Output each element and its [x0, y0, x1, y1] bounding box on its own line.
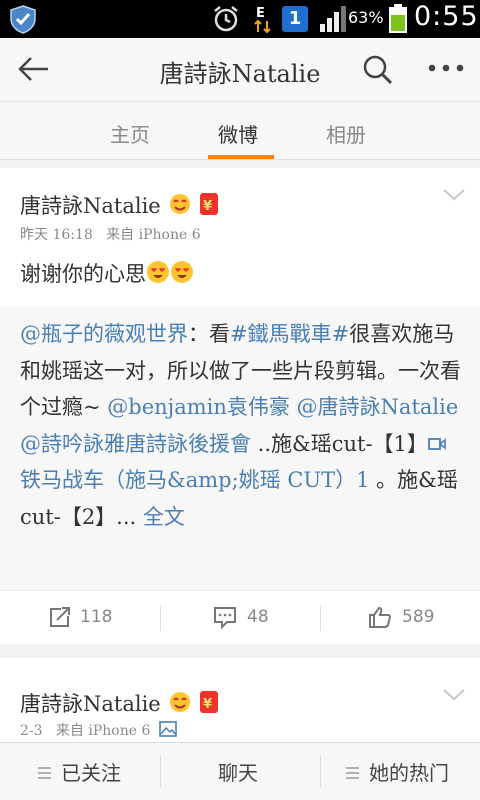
her-hot-button[interactable]: 她的热门	[346, 757, 449, 786]
more-options-icon[interactable]	[426, 58, 466, 78]
hashtag-link[interactable]: #鐵馬戰車#	[230, 322, 349, 346]
svg-text:¥: ¥	[203, 199, 212, 214]
post-card[interactable]: 唐詩詠Natalie ¥ 2-3 来自 iPhone 6	[0, 658, 480, 742]
data-transfer-icon: E	[254, 6, 271, 34]
status-time: 0:55	[414, 1, 479, 32]
notification-badge: 1	[282, 6, 308, 32]
chevron-down-icon[interactable]	[440, 184, 468, 204]
repost-icon	[50, 607, 70, 627]
post-text: 谢谢你的心思	[20, 258, 194, 288]
post-source: 来自 iPhone 6	[55, 723, 151, 739]
active-tab-indicator	[208, 155, 274, 159]
post-card[interactable]: 唐詩詠Natalie ¥ 昨天 16:18 来自 iPhone 6 谢谢你的心思…	[0, 168, 480, 644]
post-time: 昨天 16:18	[20, 227, 93, 243]
retweet-block[interactable]: @瓶子的薇观世界：看#鐵馬戰車#很喜欢施马和姚瑶这一对，所以做了一些片段剪辑。一…	[0, 306, 480, 590]
repost-count: 118	[80, 607, 113, 627]
battery-percent: 63%	[348, 8, 384, 27]
thumbs-up-icon	[369, 606, 392, 628]
post-source: 来自 iPhone 6	[106, 227, 201, 243]
alarm-icon	[214, 6, 238, 32]
retweet-text: @瓶子的薇观世界：看#鐵馬戰車#很喜欢施马和姚瑶这一对，所以做了一些片段剪辑。一…	[20, 322, 461, 529]
retweet-author-link[interactable]: @瓶子的薇观世界	[20, 322, 188, 346]
status-bar: E 1 63% 0:55	[0, 0, 480, 38]
svg-text:E: E	[256, 6, 265, 21]
image-icon	[159, 721, 177, 737]
tab-home[interactable]: 主页	[110, 119, 150, 148]
battery-icon	[389, 4, 407, 33]
post-actions: 118 48 589	[0, 590, 480, 644]
tab-weibo[interactable]: 微博	[218, 119, 258, 148]
member-badge-icon[interactable]: ¥	[168, 190, 228, 218]
comment-button[interactable]: 48	[160, 591, 320, 645]
post-time: 2-3	[20, 723, 43, 739]
chat-button[interactable]: 聊天	[218, 757, 258, 786]
profile-tabs: 主页 微博 相册	[0, 103, 480, 160]
comment-count: 48	[247, 607, 269, 627]
video-icon	[428, 437, 446, 450]
shield-icon	[10, 5, 36, 34]
member-badge-icon[interactable]: ¥	[168, 688, 228, 716]
mention-link[interactable]: @唐詩詠Natalie	[297, 395, 459, 419]
heart-eyes-emoji-icon	[147, 261, 169, 283]
chevron-down-icon[interactable]	[440, 684, 468, 704]
heart-eyes-emoji-icon	[171, 261, 193, 283]
mention-link[interactable]: @詩吟詠雅唐詩詠後援會	[20, 432, 251, 456]
search-icon[interactable]	[362, 54, 394, 86]
page-title: 唐詩詠Natalie	[159, 60, 321, 88]
bottom-divider	[160, 755, 161, 787]
menu-icon	[346, 767, 359, 779]
menu-icon	[38, 767, 51, 779]
nav-bar: 唐詩詠Natalie	[0, 38, 480, 102]
signal-icon	[320, 6, 346, 32]
followed-button[interactable]: 已关注	[38, 757, 121, 786]
expand-full-text-link[interactable]: 全文	[143, 505, 185, 529]
comment-icon	[214, 607, 236, 629]
like-button[interactable]: 589	[320, 591, 480, 645]
post-username[interactable]: 唐詩詠Natalie	[20, 688, 161, 718]
bottom-divider	[320, 755, 321, 787]
repost-button[interactable]: 118	[0, 591, 160, 645]
mention-link[interactable]: @benjamin袁伟豪	[107, 395, 290, 419]
tab-album[interactable]: 相册	[326, 119, 366, 148]
bottom-action-bar: 已关注 聊天 她的热门	[0, 742, 480, 800]
post-meta: 昨天 16:18 来自 iPhone 6	[20, 224, 201, 244]
post-username[interactable]: 唐詩詠Natalie	[20, 190, 161, 220]
like-count: 589	[402, 607, 435, 627]
svg-text:¥: ¥	[203, 697, 212, 712]
post-meta: 2-3 来自 iPhone 6	[20, 720, 177, 740]
